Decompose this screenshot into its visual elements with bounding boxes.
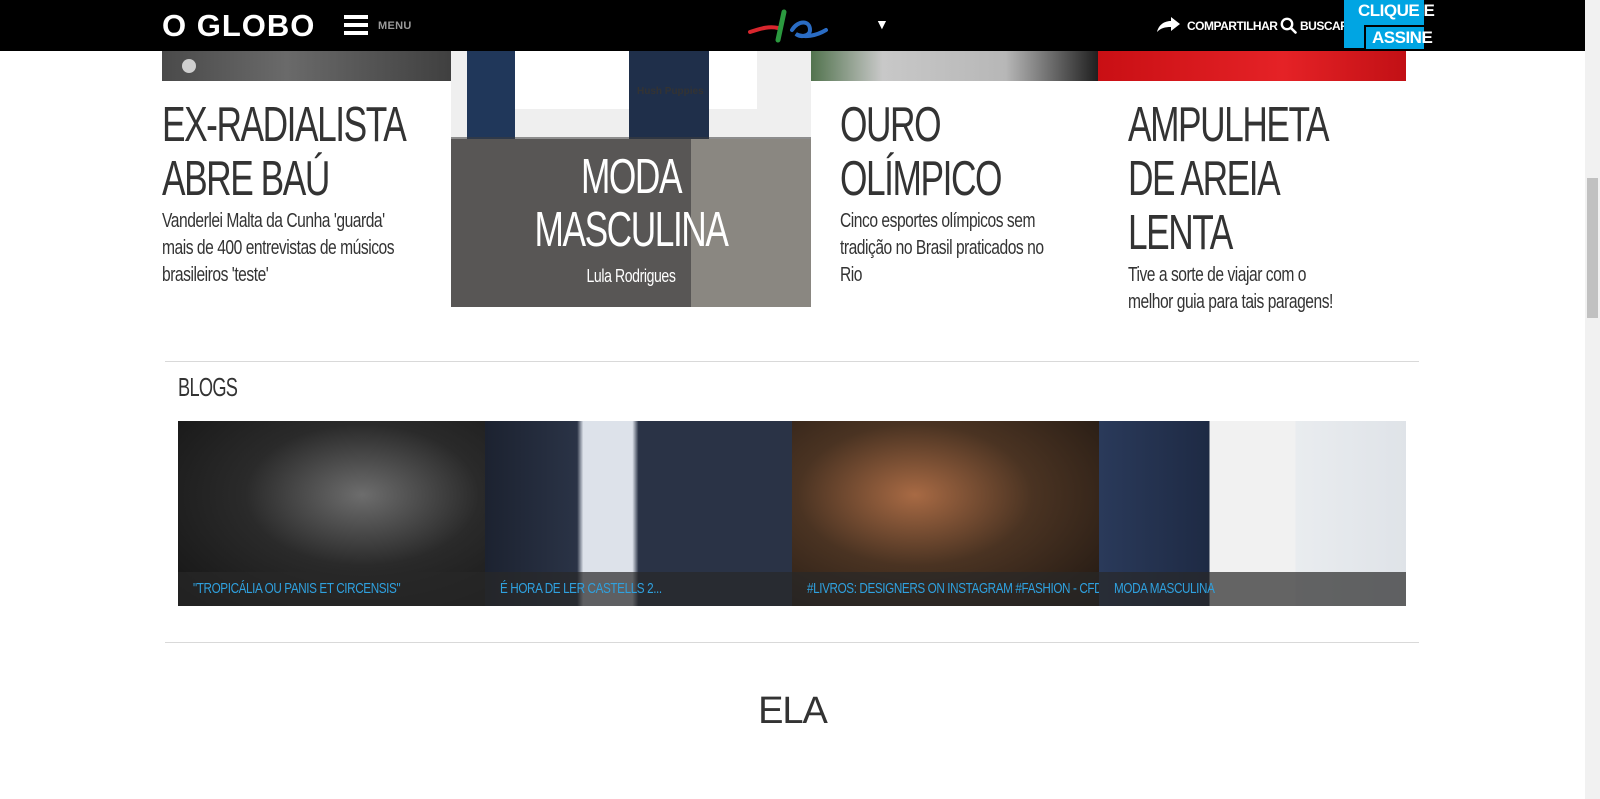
blog-caption[interactable]: É HORA DE LER CASTELLS 2...	[500, 580, 662, 597]
subscribe-label-bottom: ASSINE	[1372, 28, 1433, 47]
menu-label[interactable]: MENU	[378, 20, 412, 32]
blogs-heading: BLOGS	[178, 372, 238, 402]
share-arrow-icon	[1157, 17, 1180, 32]
blog-card[interactable]: MODA MASCULINA	[1099, 421, 1406, 606]
article-description: Tive a sorte de viajar com o melhor guia…	[1128, 264, 1333, 313]
search-label: BUSCAR	[1300, 19, 1349, 33]
featured-title: MODA MASCULINA	[534, 150, 729, 257]
subscribe-button[interactable]: CLIQUE E ASSINE	[1344, 0, 1435, 49]
blog-caption[interactable]: #LIVROS: DESIGNERS ON INSTAGRAM #FASHION…	[807, 580, 1099, 597]
subscribe-label-box: ASSINE	[1364, 25, 1433, 49]
article-title[interactable]: EX-RADIALISTA ABRE BAÚ	[162, 98, 407, 206]
article-description: Vanderlei Malta da Cunha 'guarda' mais d…	[162, 210, 395, 286]
article-title[interactable]: AMPULHETA DE AREIA LENTA	[1128, 98, 1330, 260]
article-description: Cinco esportes olímpicos sem tradição no…	[840, 210, 1044, 286]
menu-icon[interactable]	[344, 15, 368, 36]
section-divider	[165, 361, 1419, 362]
subscribe-label-top: CLIQUE E	[1358, 1, 1435, 20]
page-scrollbar[interactable]	[1585, 0, 1600, 799]
search-icon	[1280, 17, 1297, 34]
scrollbar-thumb[interactable]	[1587, 178, 1598, 318]
share-label: COMPARTILHAR	[1187, 19, 1278, 33]
blog-card[interactable]: É HORA DE LER CASTELLS 2...	[485, 421, 792, 606]
featured-article-moda-masculina[interactable]: Hush Puppies MODA MASCULINA Lula Rodrigu…	[451, 51, 811, 307]
blog-card[interactable]: "TROPICÁLIA OU PANIS ET CIRCENSIS"	[178, 421, 485, 606]
blogs-carousel: "TROPICÁLIA OU PANIS ET CIRCENSIS" É HOR…	[178, 421, 1406, 606]
article-image-ouro-olimpico[interactable]	[790, 51, 1098, 81]
section-heading: ELA	[758, 690, 828, 732]
section-dropdown-caret-icon[interactable]: ▼	[875, 16, 889, 32]
featured-brand-label: Hush Puppies	[637, 86, 704, 97]
article-image-ex-radialista[interactable]	[162, 51, 473, 81]
ela-logo-icon[interactable]	[748, 8, 834, 44]
section-divider	[165, 642, 1419, 643]
article-card-ex-radialista: EX-RADIALISTA ABRE BAÚ Vanderlei Malta d…	[162, 98, 432, 289]
featured-author: Lula Rodrigues	[586, 266, 676, 286]
article-image-ampulheta[interactable]	[1098, 51, 1406, 81]
blog-caption[interactable]: MODA MASCULINA	[1114, 580, 1215, 597]
blog-caption[interactable]: "TROPICÁLIA OU PANIS ET CIRCENSIS"	[193, 580, 401, 597]
article-card-ouro-olimpico: OURO OLÍMPICO Cinco esportes olímpicos s…	[840, 98, 1110, 289]
blog-card[interactable]: #LIVROS: DESIGNERS ON INSTAGRAM #FASHION…	[792, 421, 1099, 606]
site-logo[interactable]: O GLOBO	[162, 8, 315, 44]
article-card-ampulheta: AMPULHETA DE AREIA LENTA Tive a sorte de…	[1128, 98, 1398, 316]
article-title[interactable]: OURO OLÍMPICO	[840, 98, 1034, 206]
top-bar: O GLOBO MENU ▼ COMPARTILHAR BUSCAR CLIQU…	[0, 0, 1585, 51]
